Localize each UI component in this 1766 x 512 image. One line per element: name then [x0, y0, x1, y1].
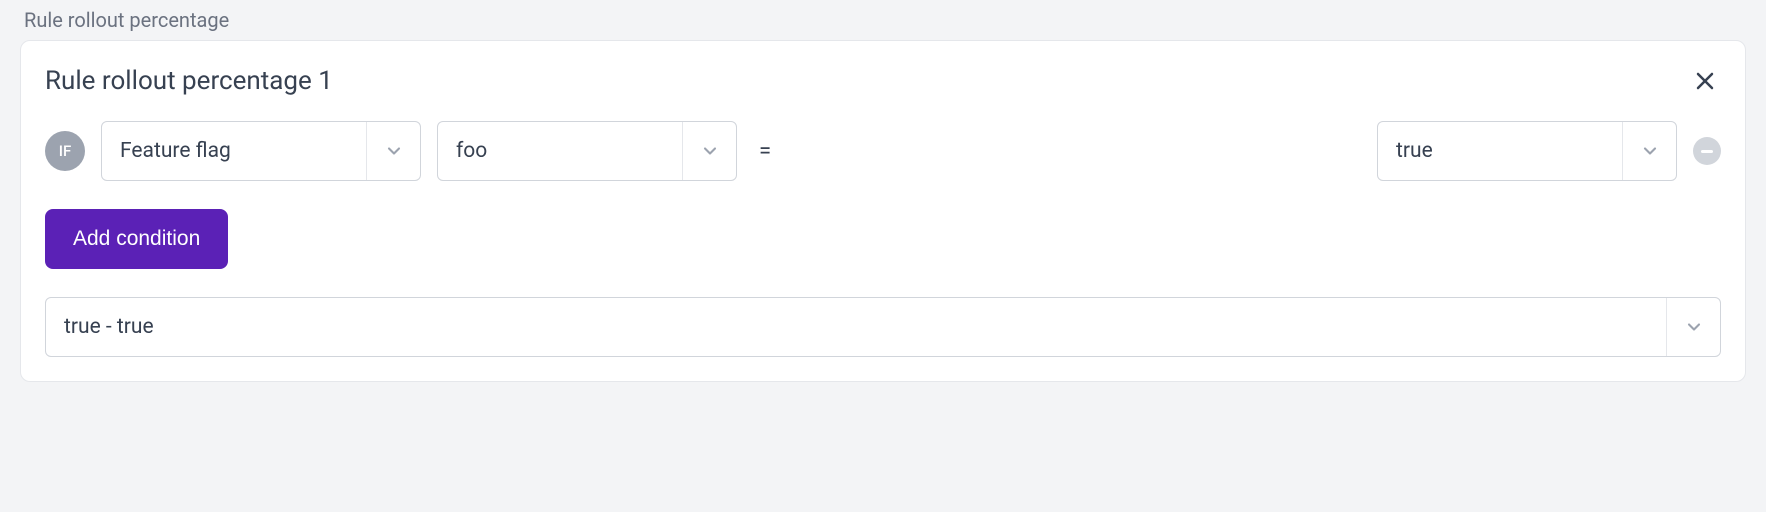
- flag-select[interactable]: foo: [437, 121, 737, 181]
- attribute-select-value: Feature flag: [102, 139, 366, 163]
- attribute-select[interactable]: Feature flag: [101, 121, 421, 181]
- flag-select-value: foo: [438, 139, 682, 163]
- rule-card: Rule rollout percentage 1 IF Feature fla…: [20, 40, 1746, 382]
- close-icon: [1693, 69, 1717, 93]
- result-select[interactable]: true - true: [45, 297, 1721, 357]
- remove-condition-button[interactable]: [1693, 137, 1721, 165]
- chevron-down-icon: [366, 122, 420, 180]
- add-condition-button[interactable]: Add condition: [45, 209, 228, 269]
- rule-header: Rule rollout percentage 1: [45, 65, 1721, 97]
- if-badge: IF: [45, 131, 85, 171]
- result-select-value: true - true: [46, 315, 1666, 339]
- condition-row: IF Feature flag foo = true: [45, 121, 1721, 181]
- value-select-value: true: [1378, 139, 1622, 163]
- rule-title: Rule rollout percentage 1: [45, 66, 333, 96]
- chevron-down-icon: [1666, 298, 1720, 356]
- value-select[interactable]: true: [1377, 121, 1677, 181]
- section-label: Rule rollout percentage: [20, 8, 1746, 32]
- close-button[interactable]: [1689, 65, 1721, 97]
- chevron-down-icon: [682, 122, 736, 180]
- result-row: true - true: [45, 297, 1721, 357]
- chevron-down-icon: [1622, 122, 1676, 180]
- operator-label: =: [753, 139, 777, 164]
